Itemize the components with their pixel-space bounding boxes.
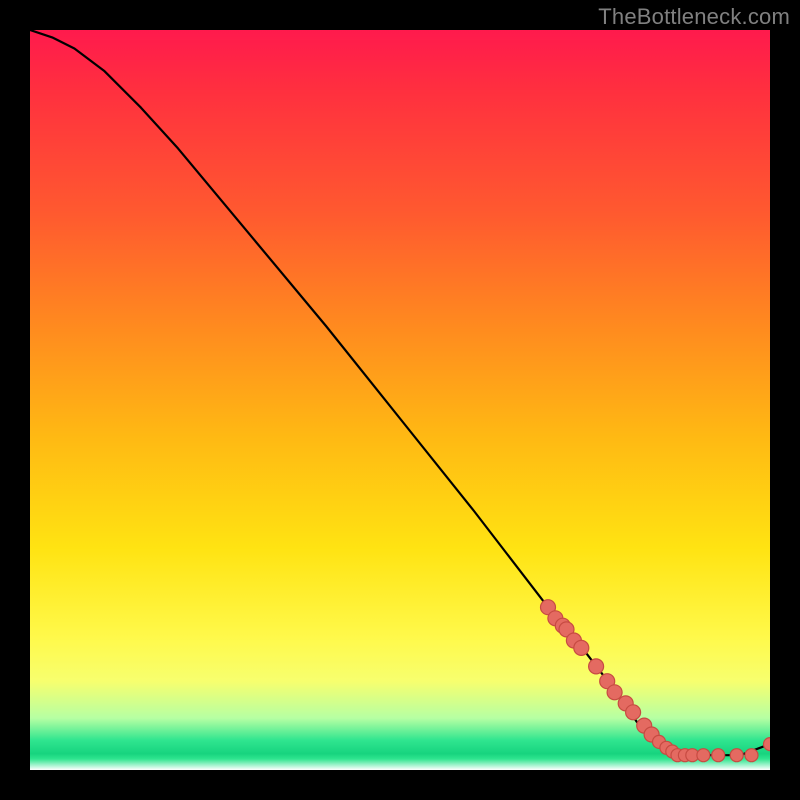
data-marker xyxy=(745,749,758,762)
watermark-label: TheBottleneck.com xyxy=(598,4,790,30)
chart-svg xyxy=(30,30,770,770)
chart-frame: TheBottleneck.com xyxy=(0,0,800,800)
data-marker xyxy=(697,749,710,762)
data-marker xyxy=(712,749,725,762)
data-marker xyxy=(730,749,743,762)
data-marker xyxy=(607,685,622,700)
data-markers-group xyxy=(541,600,771,762)
data-marker xyxy=(589,659,604,674)
plot-area xyxy=(30,30,770,770)
data-marker xyxy=(626,705,641,720)
bottleneck-curve-line xyxy=(30,30,770,755)
data-marker xyxy=(574,640,589,655)
data-marker xyxy=(764,738,771,751)
